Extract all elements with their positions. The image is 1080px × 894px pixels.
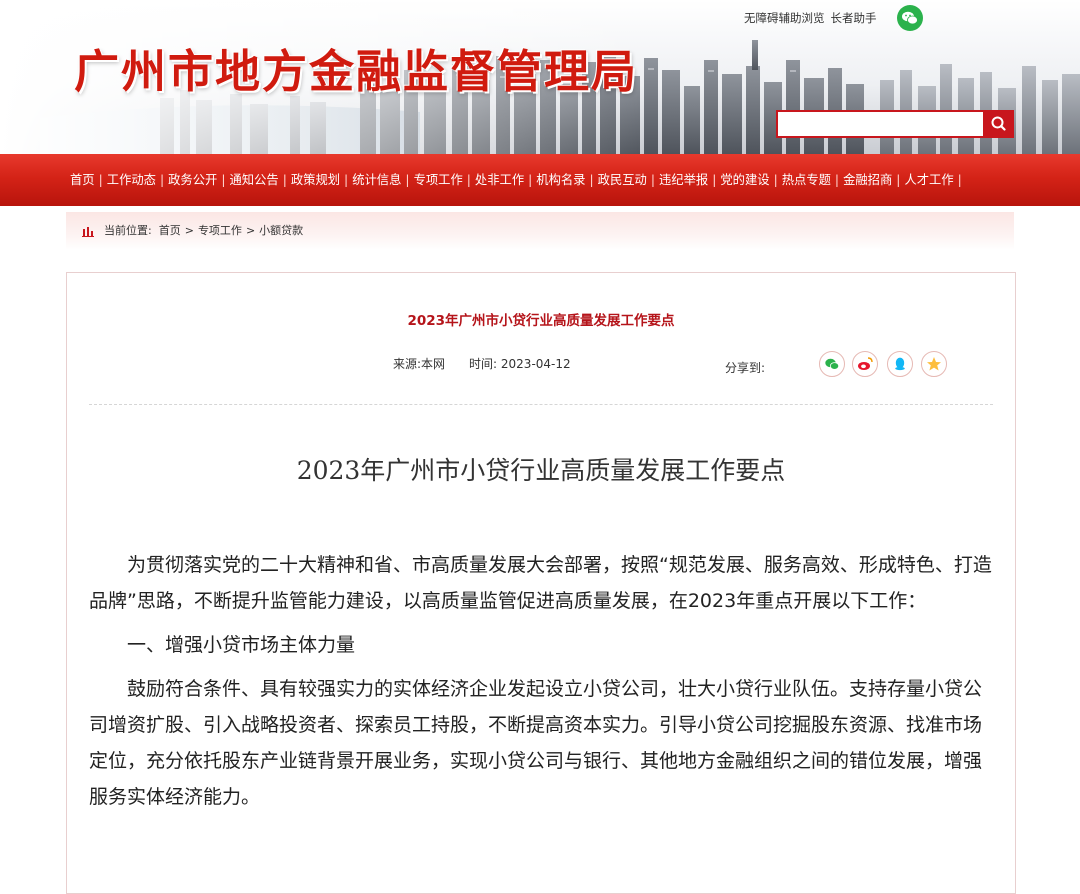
search-box [776, 110, 1014, 138]
elder-assistant-link[interactable]: 长者助手 [831, 11, 877, 25]
nav-item-gov-affairs[interactable]: 政务公开 [168, 173, 217, 187]
nav-item-notices[interactable]: 通知公告 [229, 173, 278, 187]
document-title: 2023年广州市小贷行业高质量发展工作要点 [296, 456, 786, 485]
nav-separator: | [896, 173, 901, 187]
breadcrumb-microloans[interactable]: 小额贷款 [259, 224, 303, 237]
nav-item-hot-topics[interactable]: 热点专题 [782, 173, 831, 187]
nav-separator: | [528, 173, 533, 187]
nav-item-directory[interactable]: 机构名录 [536, 173, 585, 187]
nav-separator: | [957, 173, 962, 187]
nav-separator: | [344, 173, 349, 187]
search-button[interactable] [983, 110, 1014, 138]
nav-separator: | [159, 173, 165, 187]
nav-separator: | [834, 173, 840, 187]
nav-separator: | [282, 173, 287, 187]
paragraph-intro: 为贯彻落实党的二十大精神和省、市高质量发展大会部署，按照“规范发展、服务高效、形… [89, 554, 992, 612]
article-headline: 2023年广州市小贷行业高质量发展工作要点 [407, 313, 675, 329]
divider [89, 404, 993, 405]
nav-item-special-work[interactable]: 专项工作 [414, 173, 463, 187]
qzone-icon[interactable] [921, 351, 947, 377]
main-nav: 首页 | 工作动态 | 政务公开 | 通知公告 | 政策规划 | 统计信息 | 专项工作 | 处非工作 | 机构… [0, 154, 1080, 206]
nav-separator: | [405, 173, 410, 187]
breadcrumb-label: 当前位置: [104, 224, 152, 237]
section-heading: 一、增强小贷市场主体力量 [127, 634, 356, 656]
bar-chart-icon [82, 227, 94, 237]
breadcrumb-home[interactable]: 首页 [159, 224, 181, 237]
weibo-icon[interactable] [852, 351, 878, 377]
nav-item-work-news[interactable]: 工作动态 [107, 173, 156, 187]
article-time: 时间: 2023-04-12 [469, 357, 571, 371]
nav-item-party[interactable]: 党的建设 [720, 173, 769, 187]
breadcrumb: 当前位置: 首页 > 专项工作 > 小额贷款 [66, 212, 1014, 250]
article-meta: 来源:本网 时间: 2023-04-12 [393, 355, 571, 372]
nav-item-interaction[interactable]: 政民互动 [598, 173, 647, 187]
nav-separator: | [98, 173, 103, 187]
article-body: 为贯彻落实党的二十大精神和省、市高质量发展大会部署，按照“规范发展、服务高效、形… [89, 547, 993, 815]
search-input[interactable] [776, 110, 987, 138]
nav-item-home[interactable]: 首页 [70, 173, 95, 187]
top-tools: 无障碍辅助浏览 长者助手 [744, 8, 883, 28]
site-title: 广州市地方金融监督管理局 [74, 45, 639, 98]
article-panel: 2023年广州市小贷行业高质量发展工作要点 来源:本网 时间: 2023-04-1… [66, 272, 1016, 894]
qq-icon[interactable] [887, 351, 913, 377]
nav-separator: | [221, 173, 226, 187]
wechat-icon[interactable] [897, 5, 923, 31]
accessibility-link[interactable]: 无障碍辅助浏览 [744, 11, 825, 25]
nav-item-illegal-finance[interactable]: 处非工作 [475, 173, 524, 187]
breadcrumb-separator: > [245, 224, 256, 237]
nav-separator: | [712, 173, 717, 187]
nav-separator: | [650, 173, 655, 187]
breadcrumb-separator: > [184, 224, 194, 237]
paragraph-body: 鼓励符合条件、具有较强实力的实体经济企业发起设立小贷公司，壮大小贷行业队伍。支持… [89, 678, 983, 808]
wechat-icon[interactable] [819, 351, 845, 377]
nav-list: 首页 | 工作动态 | 政务公开 | 通知公告 | 政策规划 | 统计信息 | 专项工作 | 处非工作 | 机构… [70, 154, 966, 206]
nav-separator: | [773, 173, 778, 187]
nav-separator: | [589, 173, 594, 187]
share-label: 分享到: [725, 361, 766, 375]
nav-item-talent[interactable]: 人才工作 [904, 173, 953, 187]
nav-item-report[interactable]: 违纪举报 [659, 173, 708, 187]
breadcrumb-text: 当前位置: 首页 > 专项工作 > 小额贷款 [104, 212, 303, 250]
header-banner: 广州市地方金融监督管理局 无障碍辅助浏览 长者助手 [0, 0, 1080, 154]
search-icon [991, 116, 1006, 131]
breadcrumb-special-work[interactable]: 专项工作 [198, 224, 242, 237]
nav-item-policy[interactable]: 政策规划 [291, 173, 340, 187]
article-source: 来源:本网 [393, 357, 446, 371]
nav-separator: | [466, 173, 471, 187]
nav-item-investment[interactable]: 金融招商 [843, 173, 892, 187]
nav-item-statistics[interactable]: 统计信息 [352, 173, 401, 187]
